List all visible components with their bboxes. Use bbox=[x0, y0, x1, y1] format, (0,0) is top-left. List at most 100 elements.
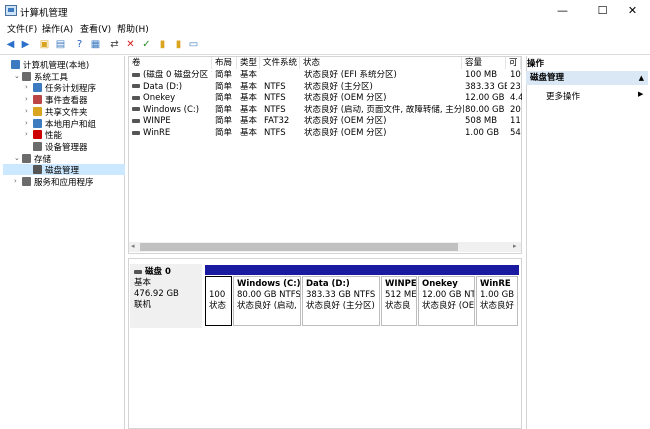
volume-icon bbox=[132, 107, 140, 112]
volume-name-cell[interactable]: Windows (C:) bbox=[132, 105, 212, 116]
table-cell: 基本 bbox=[240, 93, 258, 104]
tree-item[interactable]: › 任务计划程序 bbox=[3, 82, 125, 94]
tree-item-label: 本地用户和组 bbox=[45, 119, 97, 130]
show-hide-tree-icon[interactable]: ▤ bbox=[54, 38, 67, 51]
search-icon[interactable]: ▮ bbox=[172, 38, 185, 51]
volume-name-cell[interactable]: WINPE bbox=[132, 116, 212, 127]
collapsed-icon[interactable]: › bbox=[25, 107, 28, 115]
back-icon[interactable]: ◀ bbox=[4, 38, 17, 51]
actions-section-disk-management[interactable]: 磁盘管理 ▲ bbox=[526, 71, 648, 85]
console-icon[interactable]: ▭ bbox=[187, 38, 200, 51]
delete-icon[interactable]: ✕ bbox=[124, 38, 137, 51]
table-cell: 12.00 GB bbox=[465, 93, 505, 104]
menu-action[interactable]: 操作(A) bbox=[42, 22, 73, 35]
tree-item[interactable]: 磁盘管理 bbox=[3, 164, 125, 176]
collapsed-icon[interactable]: › bbox=[25, 130, 28, 138]
tree-item[interactable]: › 服务和应用程序 bbox=[3, 176, 125, 188]
collapsed-icon[interactable]: › bbox=[25, 95, 28, 103]
forward-icon[interactable]: ▶ bbox=[19, 38, 32, 51]
tree-item[interactable]: ⌄ 存储 bbox=[3, 153, 125, 165]
minimize-button[interactable]: — bbox=[545, 0, 580, 22]
properties-icon[interactable]: ▦ bbox=[89, 38, 102, 51]
expanded-icon[interactable]: ⌄ bbox=[14, 72, 20, 80]
volume-name-cell[interactable]: WinRE bbox=[132, 128, 212, 139]
partition-size: 1.00 GB N bbox=[480, 290, 517, 300]
table-cell: 状态良好 (OEM 分区) bbox=[304, 128, 387, 138]
disk-name: 磁盘 0 bbox=[134, 267, 198, 278]
help-icon[interactable]: ? bbox=[73, 38, 86, 51]
table-cell: 简单 bbox=[215, 104, 233, 115]
volume-name-cell[interactable]: Data (D:) bbox=[132, 82, 212, 93]
partition-block[interactable]: Data (D:) 383.33 GB NTFS 状态良好 (主分区) bbox=[302, 276, 380, 326]
menu-view[interactable]: 查看(V) bbox=[80, 22, 111, 35]
tree-item[interactable]: › 本地用户和组 bbox=[3, 118, 125, 130]
scrollbar-thumb[interactable] bbox=[140, 243, 458, 251]
column-header[interactable]: 文件系统 bbox=[260, 57, 300, 69]
tree-node-icon bbox=[22, 177, 31, 186]
more-actions[interactable]: 更多操作 ▶ bbox=[546, 90, 643, 102]
column-header[interactable]: 可 bbox=[506, 57, 521, 69]
tree-item[interactable]: › 性能 bbox=[3, 129, 125, 141]
partition-title: Windows (C:) bbox=[237, 279, 301, 289]
tree-item[interactable]: › 事件查看器 bbox=[3, 94, 125, 106]
expanded-icon[interactable]: ⌄ bbox=[14, 154, 20, 162]
tree-item[interactable]: › 共享文件夹 bbox=[3, 106, 125, 118]
column-header[interactable]: 容量 bbox=[462, 57, 506, 69]
partition-bar bbox=[381, 265, 418, 275]
table-cell: 状态良好 (OEM 分区) bbox=[304, 93, 387, 104]
table-cell: 状态良好 (主分区) bbox=[304, 81, 373, 92]
tree-item-label: 存储 bbox=[34, 154, 52, 165]
table-cell bbox=[264, 70, 302, 81]
refresh-icon[interactable]: ▮ bbox=[156, 38, 169, 51]
table-cell: 80.00 GB bbox=[465, 104, 505, 115]
partition-size: 80.00 GB NTFS bbox=[237, 290, 301, 300]
tree-node-icon bbox=[22, 153, 31, 163]
partition-title: WinRE bbox=[480, 279, 511, 289]
disk-info[interactable]: 磁盘 0 基本 476.92 GB 联机 bbox=[130, 264, 202, 328]
collapsed-icon[interactable]: › bbox=[25, 119, 28, 127]
table-cell: NTFS bbox=[264, 93, 286, 104]
close-button[interactable]: ✕ bbox=[615, 0, 650, 22]
volume-name-cell[interactable]: Onekey bbox=[132, 93, 212, 104]
tree-node-icon bbox=[33, 118, 42, 128]
column-header[interactable]: 卷 bbox=[129, 57, 212, 69]
partition-block[interactable]: Windows (C:) 80.00 GB NTFS 状态良好 (启动, 页 bbox=[233, 276, 301, 326]
partition-size: 12.00 GB NT bbox=[422, 290, 475, 300]
column-header[interactable]: 布局 bbox=[212, 57, 237, 69]
partition-block[interactable]: 100 状态 bbox=[205, 276, 232, 326]
table-cell: 383.33 GB bbox=[465, 81, 507, 92]
table-cell: 基本 bbox=[240, 81, 258, 92]
tree-item[interactable]: 设备管理器 bbox=[3, 141, 125, 153]
column-header[interactable]: 类型 bbox=[237, 57, 260, 69]
collapse-icon[interactable]: ▲ bbox=[639, 71, 644, 85]
scroll-left-icon[interactable]: ◂ bbox=[131, 242, 135, 250]
volume-icon bbox=[132, 84, 140, 89]
tree-item-label: 共享文件夹 bbox=[45, 107, 88, 118]
partition-block[interactable]: WinRE1.00 GB N状态良好 bbox=[476, 276, 518, 326]
check-icon[interactable]: ✓ bbox=[140, 38, 153, 51]
connect-icon[interactable]: ⇄ bbox=[108, 38, 121, 51]
partition-title: Onekey bbox=[422, 279, 458, 289]
tree-item-label: 设备管理器 bbox=[45, 142, 88, 153]
table-cell: 简单 bbox=[215, 70, 233, 80]
scroll-right-icon[interactable]: ▸ bbox=[513, 242, 517, 250]
partition-title: Data (D:) bbox=[306, 279, 350, 289]
table-cell: 20 bbox=[510, 104, 521, 115]
collapsed-icon[interactable]: › bbox=[14, 177, 17, 185]
tree-item[interactable]: 计算机管理(本地) bbox=[3, 59, 125, 71]
partition-status: 状态良好 (主分区) bbox=[306, 301, 375, 311]
table-cell: 基本 bbox=[240, 104, 258, 115]
table-cell: 简单 bbox=[215, 81, 233, 92]
partition-block[interactable]: Onekey 12.00 GB NT 状态良好 (OE bbox=[418, 276, 475, 326]
table-cell: 简单 bbox=[215, 128, 233, 138]
column-header[interactable]: 状态 bbox=[300, 57, 462, 69]
partition-block[interactable]: WINPE 512 ME 状态良 bbox=[381, 276, 417, 326]
table-cell: 4.4 bbox=[510, 93, 522, 104]
volume-name-cell[interactable]: (磁盘 0 磁盘分区 1) bbox=[132, 70, 212, 81]
folder-up-icon[interactable]: ▣ bbox=[38, 38, 51, 51]
tree-item[interactable]: ⌄ 系统工具 bbox=[3, 71, 125, 83]
menu-file[interactable]: 文件(F) bbox=[7, 22, 37, 35]
actions-pane bbox=[526, 56, 650, 429]
menu-help[interactable]: 帮助(H) bbox=[117, 22, 149, 35]
collapsed-icon[interactable]: › bbox=[25, 83, 28, 91]
